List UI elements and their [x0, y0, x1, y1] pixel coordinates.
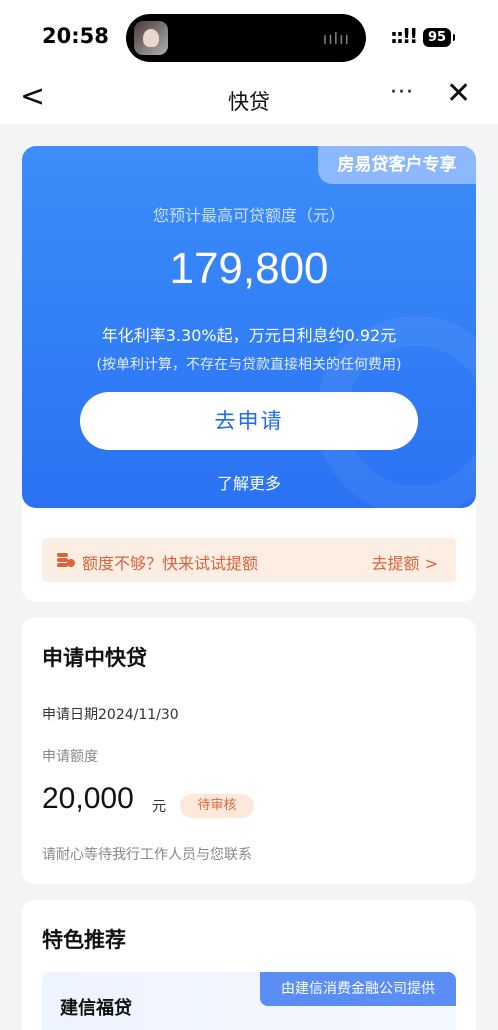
- credit-limit-amount: 179,800: [169, 244, 329, 293]
- status-bar: 20:58 ıılıı ::!! 95: [0, 0, 498, 74]
- provider-badge: 由建信消费金融公司提供: [260, 972, 456, 1006]
- waiting-hint: 请耐心等待我行工作人员与您联系: [42, 847, 252, 863]
- exclusive-tag: 房易贷客户专享: [318, 146, 476, 184]
- nav-bar: < 快贷 ··· ✕: [0, 74, 498, 124]
- battery-icon: 95: [423, 28, 455, 47]
- interest-note: (按单利计算，不存在与贷款直接相关的任何费用): [96, 357, 402, 373]
- status-badge: 待审核: [180, 794, 254, 818]
- raise-quota-text: 额度不够？快来试试提额: [82, 554, 259, 573]
- raise-quota-banner[interactable]: 额度不够？快来试试提额 去提额 >: [42, 538, 456, 582]
- coins-icon: [57, 553, 75, 567]
- credit-limit-label: 您预计最高可贷额度（元）: [152, 206, 345, 225]
- application-amount: 20,000: [42, 782, 134, 815]
- amount-unit: 元: [152, 799, 166, 815]
- dynamic-island[interactable]: ıılıı: [126, 14, 366, 62]
- application-date: 申请日期2024/11/30: [42, 707, 179, 723]
- close-icon[interactable]: ✕: [446, 79, 471, 109]
- application-amount-label: 申请额度: [42, 749, 98, 765]
- credit-limit-card: 房易贷客户专享 您预计最高可贷额度（元） 179,800 年化利率3.30%起，…: [22, 146, 476, 508]
- applying-title: 申请中快贷: [42, 646, 147, 670]
- audio-wave-icon: ıılıı: [322, 29, 350, 48]
- learn-more-link[interactable]: 了解更多: [22, 470, 476, 494]
- page-title: 快贷: [228, 90, 270, 114]
- recommend-item[interactable]: 建信福贷 由建信消费金融公司提供: [42, 972, 456, 1030]
- raise-quota-link[interactable]: 去提额 >: [372, 550, 439, 574]
- recommend-card: 特色推荐 建信福贷 由建信消费金融公司提供: [22, 900, 476, 1030]
- applying-loan-card[interactable]: 申请中快贷 申请日期2024/11/30 申请额度 20,000 元 待审核 请…: [22, 618, 476, 884]
- recommend-title: 特色推荐: [42, 928, 126, 952]
- more-icon[interactable]: ···: [390, 80, 414, 105]
- interest-rate-text: 年化利率3.30%起，万元日利息约0.92元: [101, 326, 397, 345]
- signal-icon: ::!!: [390, 24, 418, 48]
- now-playing-avatar: [134, 21, 168, 55]
- status-time: 20:58: [42, 24, 109, 48]
- recommend-item-name: 建信福贷: [60, 998, 132, 1019]
- apply-button[interactable]: 去申请: [80, 392, 418, 450]
